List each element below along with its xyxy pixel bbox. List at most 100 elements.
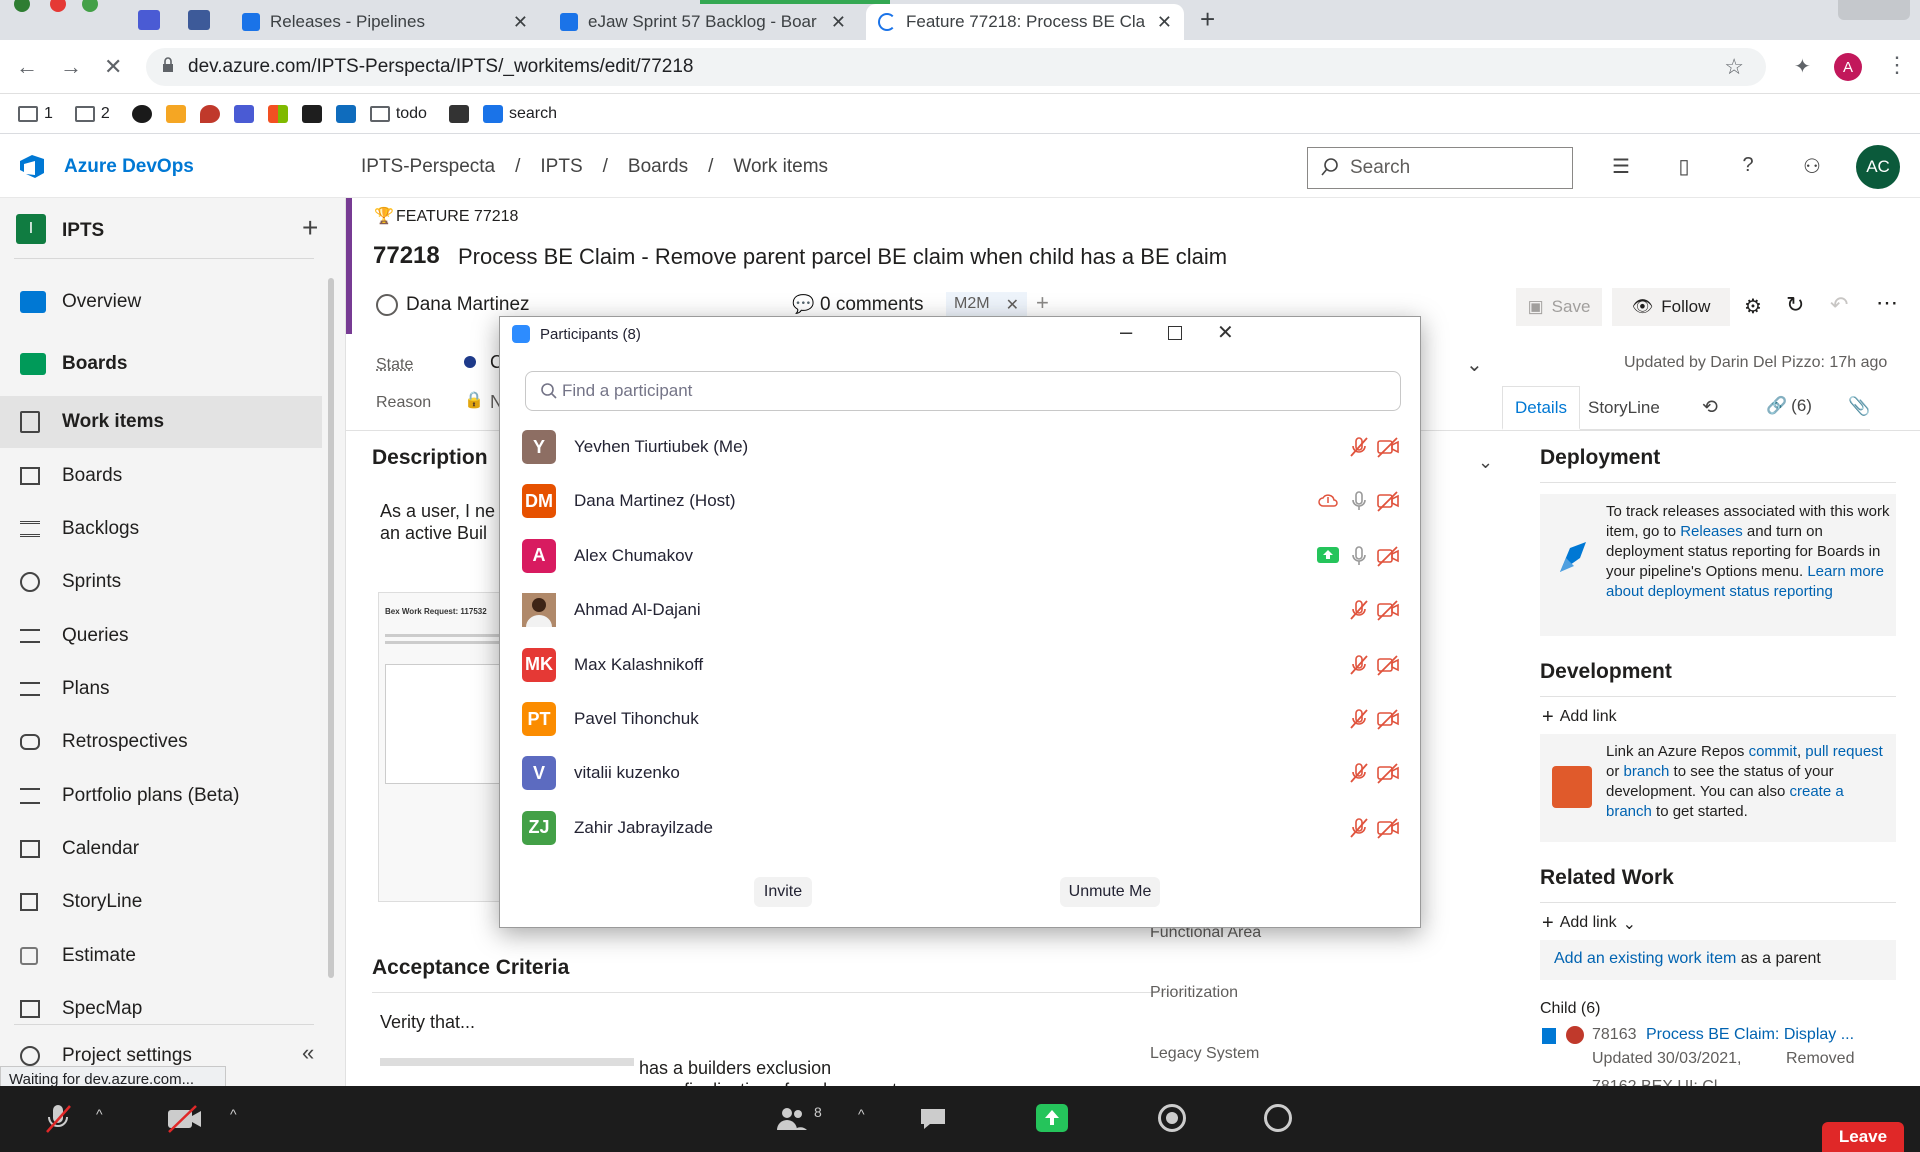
video-off-icon[interactable]	[1376, 817, 1399, 839]
tab-feature-77218[interactable]: Feature 77218: Process BE Cla ✕	[866, 4, 1184, 40]
breadcrumb-org[interactable]: IPTS-Perspecta	[361, 156, 495, 178]
sidebar-scrollbar[interactable]	[328, 278, 334, 978]
participant-row[interactable]: PT Pavel Tihonchuk	[522, 697, 1402, 741]
video-off-icon[interactable]	[1376, 545, 1399, 567]
help-icon[interactable]: ?	[1736, 154, 1760, 178]
share-screen-icon[interactable]	[1036, 1104, 1068, 1132]
sidebar-item-overview[interactable]: Overview	[0, 276, 322, 328]
mic-muted-icon[interactable]	[1348, 599, 1370, 621]
participants-options-chevron-icon[interactable]: ^	[858, 1106, 865, 1122]
tab-details[interactable]: Details	[1502, 386, 1580, 430]
description-title[interactable]: Description	[372, 446, 488, 470]
breadcrumb-work-items[interactable]: Work items	[733, 156, 828, 178]
tab-close-icon[interactable]: ✕	[513, 12, 528, 33]
acceptance-text-2[interactable]: has a builders exclusion	[639, 1058, 831, 1079]
invite-button[interactable]: Invite	[754, 877, 812, 907]
azure-devops-logo-icon[interactable]	[18, 152, 46, 180]
updated-by[interactable]: Updated by Darin Del Pizzo: 17h ago	[1624, 354, 1887, 372]
mic-options-chevron-icon[interactable]: ^	[96, 1106, 103, 1122]
mic-icon[interactable]	[1348, 490, 1370, 512]
close-icon[interactable]: ✕	[1217, 320, 1234, 345]
teams-pinned-tab-icon[interactable]	[138, 10, 160, 30]
related-add-link-button[interactable]: + Add link ⌄	[1542, 913, 1636, 934]
browser-profile-avatar[interactable]: A	[1834, 53, 1862, 81]
breadcrumb-boards[interactable]: Boards	[628, 156, 688, 178]
video-off-icon[interactable]	[1376, 654, 1399, 676]
bookmark-todo[interactable]: todo	[369, 105, 427, 123]
sidebar-item-queries[interactable]: Queries	[0, 610, 322, 662]
tab-sprint-backlog[interactable]: eJaw Sprint 57 Backlog - Boar ✕	[548, 4, 858, 40]
mic-icon[interactable]	[1348, 545, 1370, 567]
video-off-icon[interactable]	[1376, 490, 1399, 513]
commit-link[interactable]: commit	[1749, 743, 1797, 760]
work-item-title[interactable]: Process BE Claim - Remove parent parcel …	[458, 244, 1227, 270]
extensions-icon[interactable]: ✦	[1794, 54, 1811, 79]
video-options-chevron-icon[interactable]: ^	[230, 1106, 237, 1122]
user-avatar[interactable]: AC	[1856, 145, 1900, 189]
mute-mic-icon[interactable]	[42, 1102, 74, 1136]
participant-row[interactable]: Ahmad Al-Dajani	[522, 588, 1402, 632]
chevron-down-icon[interactable]: ⌄	[1478, 452, 1493, 473]
reactions-icon[interactable]	[1264, 1104, 1292, 1132]
remove-tag-icon[interactable]: ✕	[1006, 295, 1019, 315]
window-close-dot-icon[interactable]	[50, 0, 66, 12]
sidebar-item-boards-hub[interactable]: Boards	[0, 338, 322, 390]
description-text[interactable]: As a user, I ne an active Buil	[380, 500, 495, 544]
bookmark-folder-2[interactable]: 2	[74, 105, 110, 123]
minimize-icon[interactable]: –	[1120, 319, 1132, 345]
bookmark-folder-1[interactable]: 1	[18, 105, 53, 123]
add-icon[interactable]: +	[302, 212, 318, 244]
video-off-icon[interactable]	[1376, 708, 1399, 730]
participant-row[interactable]: MK Max Kalashnikoff	[522, 643, 1402, 687]
follow-button[interactable]: 👁 Follow	[1612, 288, 1730, 326]
comments-count[interactable]: 0 comments	[820, 294, 923, 316]
tab-close-icon[interactable]: ✕	[831, 12, 846, 33]
tag-m2m[interactable]: M2M ✕	[946, 292, 1027, 318]
collapse-sidebar-icon[interactable]: «	[302, 1040, 314, 1066]
video-off-icon[interactable]	[1376, 599, 1399, 621]
participant-row[interactable]: ZJ Zahir Jabrayilzade	[522, 806, 1402, 850]
ado-search-box[interactable]: Search	[1307, 147, 1573, 189]
tab-close-icon[interactable]: ✕	[1157, 12, 1172, 33]
pull-request-link[interactable]: pull request	[1805, 743, 1883, 760]
participant-row[interactable]: A Alex Chumakov	[522, 534, 1402, 578]
tab-storyline[interactable]: StoryLine	[1588, 398, 1660, 418]
history-icon[interactable]: ⟲	[1702, 396, 1718, 419]
add-tag-icon[interactable]: +	[1036, 290, 1049, 316]
attachment-icon[interactable]: 📎	[1848, 396, 1870, 417]
bookmark-car-icon[interactable]	[448, 104, 469, 123]
unmute-me-button[interactable]: Unmute Me	[1060, 877, 1160, 907]
pinned-tab-check-icon[interactable]	[188, 10, 210, 30]
video-off-icon[interactable]	[1376, 436, 1399, 458]
sidebar-item-portfolio-plans[interactable]: Portfolio plans (Beta)	[0, 770, 322, 822]
chat-icon[interactable]	[918, 1106, 948, 1132]
sidebar-item-calendar[interactable]: Calendar	[0, 823, 322, 875]
mic-muted-icon[interactable]	[1348, 817, 1370, 839]
assignee-name[interactable]: Dana Martinez	[406, 294, 530, 316]
project-name[interactable]: IPTS	[62, 220, 104, 242]
participant-row[interactable]: Y Yevhen Tiurtiubek (Me)	[522, 425, 1402, 469]
view-button[interactable]	[1838, 0, 1910, 20]
participant-row[interactable]: Vvitalii kuzenko	[522, 751, 1402, 795]
bookmark-microsoft-icon[interactable]	[267, 104, 288, 123]
video-off-icon[interactable]	[1376, 762, 1399, 785]
bookmark-black-icon[interactable]	[301, 104, 322, 123]
undo-icon[interactable]: ↶	[1830, 292, 1848, 318]
back-icon[interactable]: ←	[16, 54, 38, 80]
record-icon[interactable]	[1158, 1104, 1186, 1132]
leave-meeting-button[interactable]: Leave	[1822, 1122, 1904, 1152]
task-list-icon[interactable]: ☰	[1609, 154, 1633, 178]
marketplace-bag-icon[interactable]: ▯	[1672, 154, 1696, 178]
participants-icon[interactable]	[776, 1106, 808, 1132]
maximize-icon[interactable]	[1168, 326, 1182, 340]
development-add-link-button[interactable]: + Add link	[1542, 707, 1617, 727]
forward-icon[interactable]: →	[60, 54, 82, 80]
breadcrumb-project[interactable]: IPTS	[540, 156, 582, 178]
refresh-icon[interactable]: ↻	[1786, 292, 1804, 318]
acceptance-text-1[interactable]: Verity that...	[380, 1012, 475, 1033]
more-actions-icon[interactable]: ⋯	[1876, 290, 1898, 316]
mic-muted-icon[interactable]	[1348, 654, 1370, 676]
bookmark-search[interactable]: search	[482, 104, 557, 123]
description-screenshot-image[interactable]: Bex Work Request: 117532	[378, 592, 518, 902]
mic-muted-icon[interactable]	[1348, 708, 1370, 730]
